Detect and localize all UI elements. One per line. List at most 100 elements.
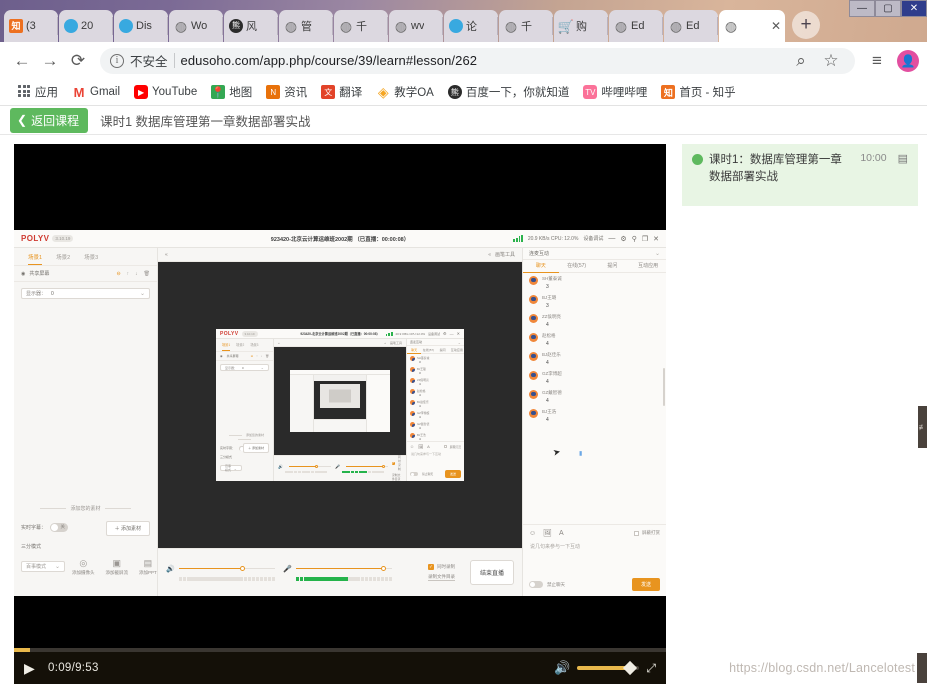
camera-button[interactable]: ◎ 添加摄像头: [72, 558, 95, 576]
collapse-right-icon[interactable]: «: [488, 252, 491, 258]
bookmark-6[interactable]: ◈ 教学OA: [369, 82, 441, 102]
polyv-minimize-icon[interactable]: —: [608, 235, 615, 242]
browser-tab-7[interactable]: ◍ wv: [389, 10, 443, 42]
bookmark-4[interactable]: N 资讯: [259, 82, 314, 102]
chat-input-placeholder[interactable]: 说几句来参与一下互动: [523, 541, 666, 552]
scene-tab-1[interactable]: 场景1: [28, 253, 43, 265]
bookmark-1[interactable]: M Gmail: [65, 83, 127, 101]
polyv-pin-icon[interactable]: ⚲: [632, 235, 637, 243]
profile-avatar[interactable]: 👤: [897, 49, 919, 72]
layer-label: 共享屏幕: [29, 271, 50, 277]
polyv-settings-icon[interactable]: ⚙: [620, 235, 626, 243]
paint-tools-label[interactable]: 画笔工具: [495, 251, 515, 258]
polyv-close-icon[interactable]: ✕: [653, 235, 659, 243]
forward-icon[interactable]: →: [36, 47, 64, 75]
speaker-icon[interactable]: 🔊: [166, 565, 175, 573]
browser-tab-11[interactable]: ◍ Ed: [609, 10, 663, 42]
paint-tools-group[interactable]: « 画笔工具: [488, 251, 515, 259]
bookmark-3[interactable]: 📍 地图: [204, 82, 259, 102]
volume-icon[interactable]: 🔊: [554, 660, 570, 676]
browser-tab-4[interactable]: 熊风: [224, 10, 278, 42]
reload-icon[interactable]: ⟳: [64, 47, 92, 75]
remove-layer-icon[interactable]: ⊖: [116, 271, 120, 277]
zoom-icon[interactable]: ⌕: [787, 47, 815, 75]
bookmark-star-icon[interactable]: ☆: [817, 47, 845, 75]
browser-tab-12[interactable]: ◍ Ed: [664, 10, 718, 42]
message-body: BJ赵佳乐 4: [542, 352, 660, 366]
bookmark-9[interactable]: 知首页 - 知乎: [654, 82, 742, 102]
browser-tab-9[interactable]: ◍ 千: [499, 10, 553, 42]
end-stream-button[interactable]: 结束直播: [469, 560, 514, 585]
bookmark-0[interactable]: 应用: [10, 82, 65, 102]
window-maximize-button[interactable]: ▢: [875, 0, 901, 17]
document-icon[interactable]: ▤: [898, 152, 908, 165]
shield-reward-checkbox[interactable]: 屏蔽打赏: [634, 530, 660, 536]
polyv-restore-icon[interactable]: ❐: [642, 235, 648, 243]
mic-control[interactable]: 🎤: [283, 565, 393, 581]
move-down-icon[interactable]: ↓: [135, 271, 138, 277]
layer-row[interactable]: ◉ 共享屏幕 ⊖ ↑ ↓ 🗑: [14, 265, 157, 282]
lesson-item[interactable]: 课时1：数据库管理第一章数据部署实战 10:00 ▤: [692, 152, 908, 186]
microphone-icon[interactable]: 🎤: [283, 565, 292, 573]
tab-close-icon[interactable]: ✕: [771, 19, 781, 33]
browser-tab-8[interactable]: 论: [444, 10, 498, 42]
site-info-icon[interactable]: i: [110, 53, 124, 68]
bookmark-2[interactable]: ▶ YouTube: [127, 83, 204, 101]
scene-tab-3[interactable]: 场景3: [84, 253, 98, 265]
mute-chat-toggle[interactable]: [529, 581, 543, 588]
speaker-slider[interactable]: [179, 565, 275, 571]
browser-tab-3[interactable]: ◍ Wo: [169, 10, 223, 42]
video-player[interactable]: POLYV 3.10.19 923420-北京云计算运维班2002期 （已直播：…: [14, 144, 666, 684]
chat-tab-在线(57)[interactable]: 在线(57): [559, 260, 595, 273]
display-select[interactable]: 显示器： 0 ⌄: [21, 288, 150, 299]
window-close-button[interactable]: ✕: [901, 0, 927, 17]
fullscreen-icon[interactable]: ⤢: [646, 661, 656, 676]
browser-tab-5[interactable]: ◍ 管: [279, 10, 333, 42]
window-minimize-button[interactable]: —: [849, 0, 875, 17]
font-icon[interactable]: A: [559, 530, 564, 537]
bookmark-5[interactable]: 文翻译: [314, 82, 369, 102]
collapse-left-icon[interactable]: «: [165, 252, 168, 258]
bookmark-7[interactable]: 熊百度一下，你就知道: [441, 82, 577, 102]
chat-tab-聊天[interactable]: 聊天: [523, 260, 559, 273]
scene-tab-2[interactable]: 场景2: [56, 253, 70, 265]
subtitle-toggle-row[interactable]: 实时字幕： 关: [21, 523, 69, 532]
record-checkbox[interactable]: ✓ 同时录制: [427, 564, 455, 570]
mode-select[interactable]: 百事模式 ⌄: [21, 561, 65, 572]
emoji-icon[interactable]: ☺: [529, 530, 536, 537]
volume-knob[interactable]: [623, 660, 638, 676]
ppt-button[interactable]: ▤ 添加PPT: [139, 558, 157, 576]
record-directory-link[interactable]: 录制文件目录: [427, 574, 455, 581]
back-icon[interactable]: ←: [8, 47, 36, 75]
browser-tab-2[interactable]: Dis: [114, 10, 168, 42]
browser-tab-1[interactable]: 20: [59, 10, 113, 42]
chat-scrollbar[interactable]: [662, 368, 665, 406]
image-icon[interactable]: 🖼: [543, 529, 552, 537]
side-panel-handle[interactable]: ≢: [918, 406, 927, 448]
chat-tab-提问[interactable]: 提问: [595, 260, 631, 273]
browser-tab-0[interactable]: 知 (3: [4, 10, 58, 42]
interaction-select[interactable]: 连麦互动 ⌄: [523, 248, 666, 260]
volume-slider[interactable]: [577, 660, 640, 676]
back-to-course-button[interactable]: ❮ 返回课程: [10, 107, 89, 133]
browser-tab-10[interactable]: 🛒 购: [554, 10, 608, 42]
delete-layer-icon[interactable]: 🗑: [144, 271, 150, 277]
new-tab-button[interactable]: +: [792, 11, 820, 39]
play-pause-button[interactable]: ▶: [24, 660, 40, 677]
browser-tab-6[interactable]: ◍ 千: [334, 10, 388, 42]
device-test-link[interactable]: 设备调试: [583, 235, 603, 242]
browser-tab-13[interactable]: ◍ ✕: [719, 10, 785, 42]
speaker-control[interactable]: 🔊: [166, 565, 276, 581]
bookmark-8[interactable]: TV 哔哩哔哩: [576, 82, 654, 102]
reading-list-icon[interactable]: ≡: [863, 47, 891, 75]
send-button[interactable]: 发送: [631, 578, 660, 591]
move-up-icon[interactable]: ↑: [127, 271, 130, 277]
address-bar[interactable]: i 不安全 edusoho.com/app.php/course/39/lear…: [100, 47, 855, 75]
chat-message-list[interactable]: SH董泰诚 3 BJ王璐 3 ZZ侯明亮 4 赵松格 4 BJ赵佳乐 4 GZ李博超 4 GZ戴智德 4 B…: [523, 273, 666, 524]
subtitle-toggle[interactable]: 关: [50, 523, 69, 532]
screen-button[interactable]: ▣ 添加截屏流: [106, 558, 129, 576]
eye-icon[interactable]: ◉: [21, 271, 25, 277]
add-material-button[interactable]: ＋ 添加素材: [105, 521, 150, 536]
mic-slider[interactable]: [296, 565, 392, 571]
chat-tab-互动应用[interactable]: 互动应用: [630, 260, 666, 273]
